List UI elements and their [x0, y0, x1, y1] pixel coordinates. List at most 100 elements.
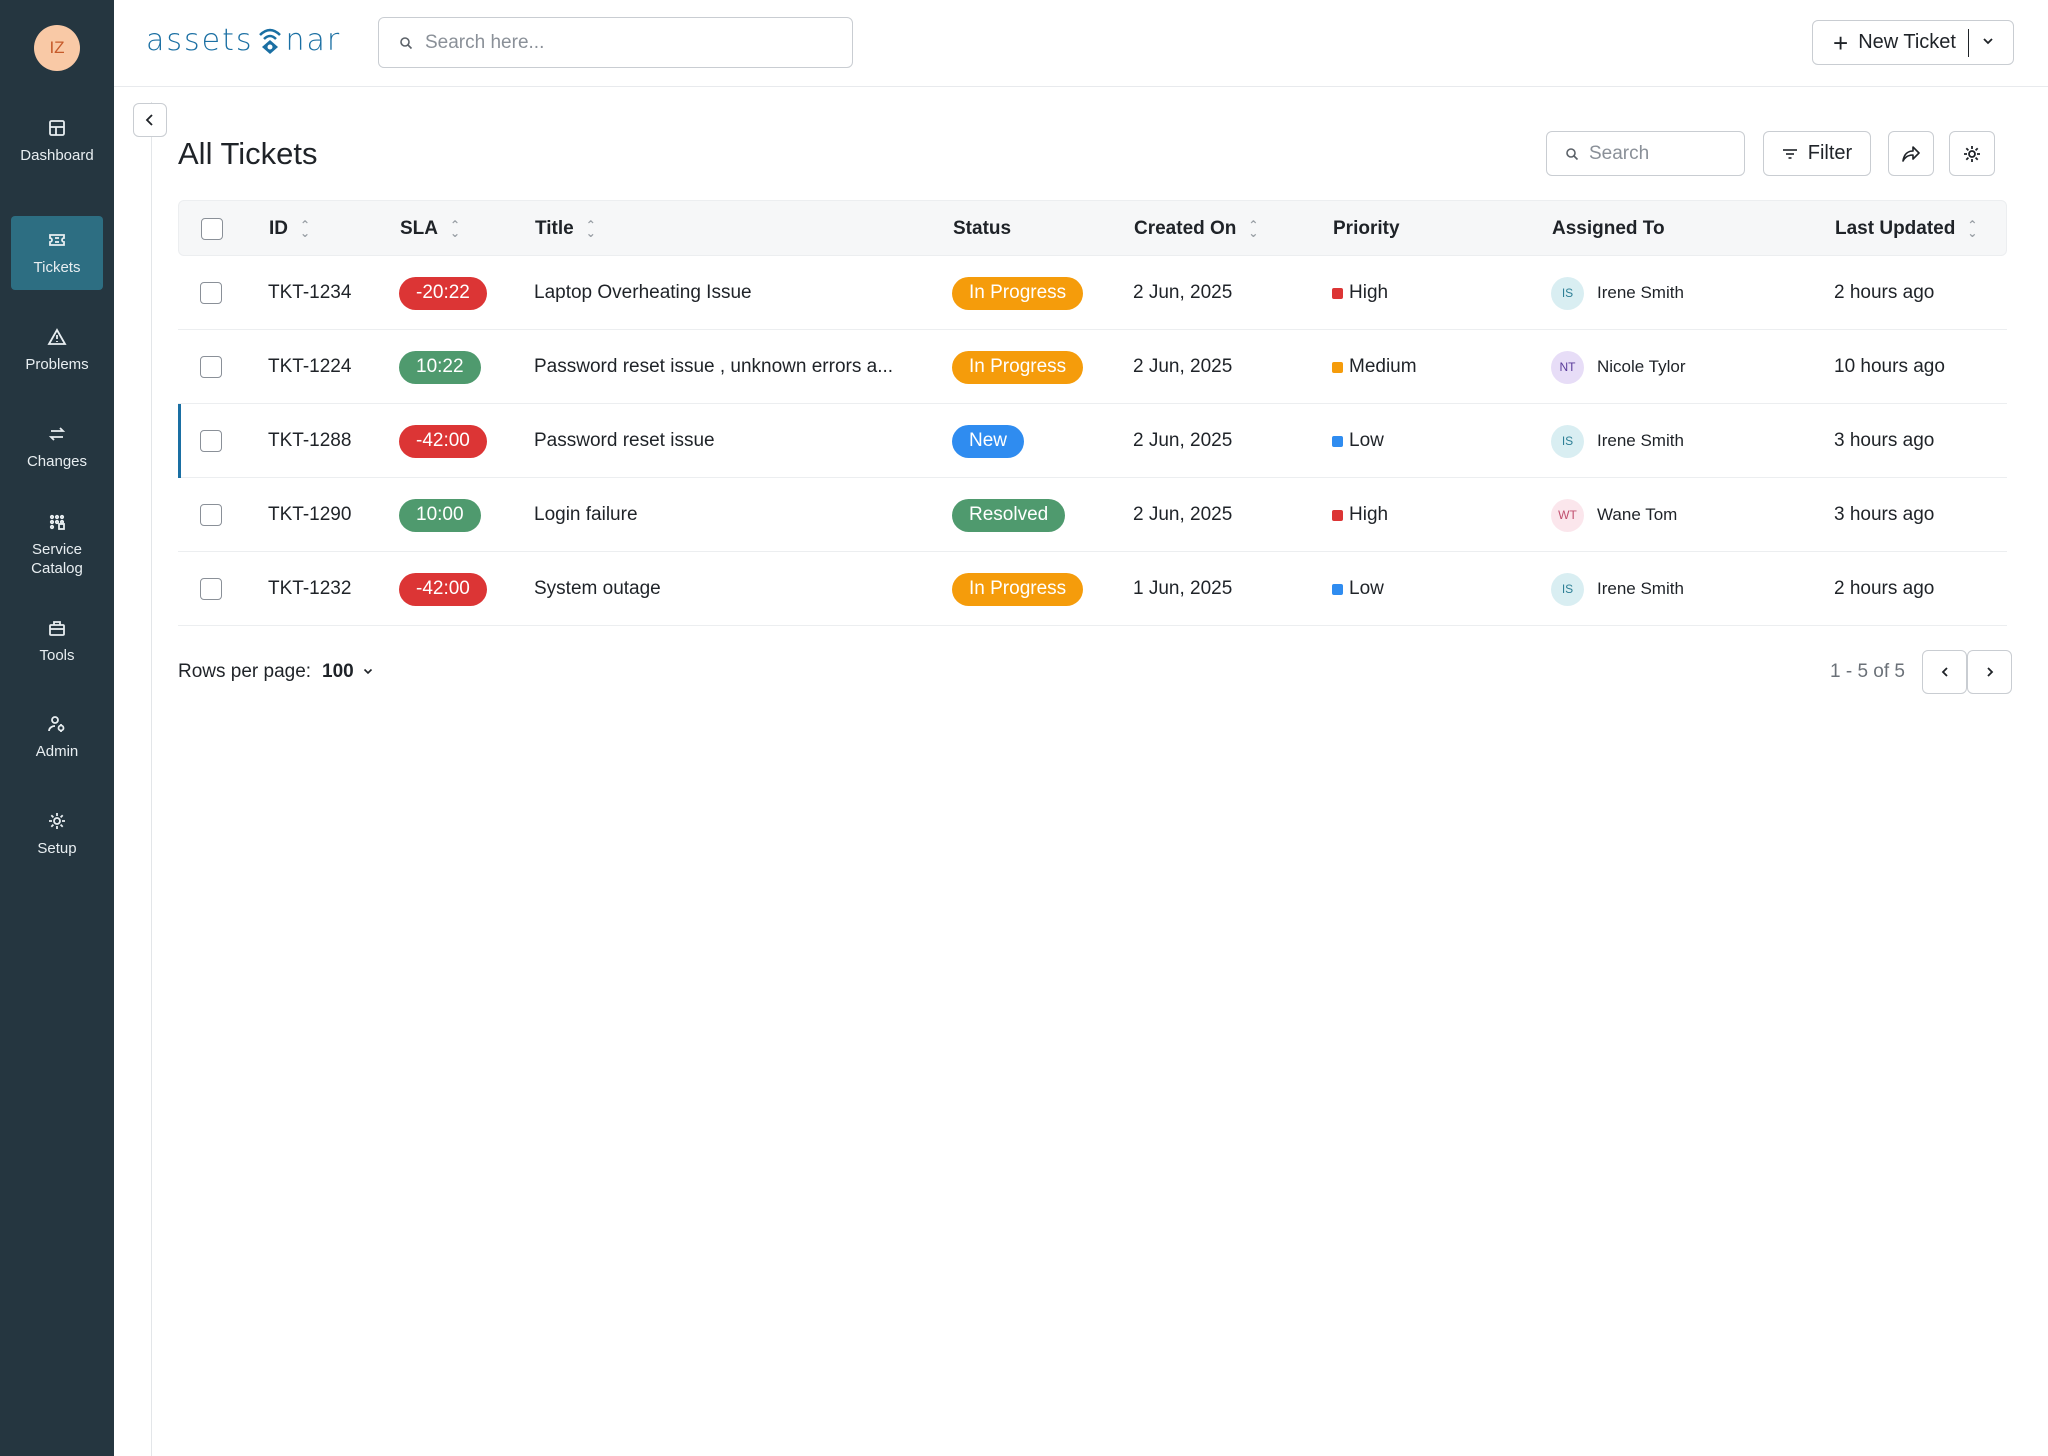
ticket-title[interactable]: Laptop Overheating Issue: [534, 256, 752, 330]
status-cell: In Progress: [952, 330, 1084, 404]
status-badge: Resolved: [952, 498, 1066, 532]
assignee-cell[interactable]: NT Nicole Tylor: [1551, 330, 1686, 404]
ticket-title[interactable]: Login failure: [534, 478, 638, 552]
sidebar-item-admin[interactable]: Admin: [11, 700, 103, 774]
sidebar-item-label: Problems: [25, 355, 89, 373]
previous-page-button[interactable]: [1922, 650, 1967, 694]
table-row[interactable]: TKT-1288 -42:00 Password reset issue New 2 J…: [178, 404, 2007, 478]
assignee-cell[interactable]: WT Wane Tom: [1551, 478, 1677, 552]
content-divider: [151, 102, 152, 1456]
column-header-priority[interactable]: Priority: [1333, 201, 1400, 257]
share-button[interactable]: [1888, 131, 1934, 176]
row-select-cell: [200, 256, 222, 330]
select-all-checkbox[interactable]: [201, 218, 223, 240]
sort-icon[interactable]: ⌃ ⌄: [1248, 219, 1258, 239]
table-row[interactable]: TKT-1232 -42:00 System outage In Progress 1 …: [178, 552, 2007, 626]
table-search-input[interactable]: [1589, 142, 1739, 165]
warning-icon: [47, 327, 67, 345]
new-ticket-label: New Ticket: [1858, 31, 1956, 53]
row-select-cell: [200, 552, 222, 626]
assignee-name: Irene Smith: [1597, 283, 1684, 302]
avatar: IS: [1551, 424, 1584, 458]
sidebar-item-tools[interactable]: Tools: [11, 604, 103, 678]
priority-cell: High: [1332, 256, 1388, 330]
last-updated: 3 hours ago: [1834, 504, 1935, 525]
table-settings-button[interactable]: [1949, 131, 1995, 176]
column-header-created-on[interactable]: Created On ⌃ ⌄: [1134, 201, 1258, 257]
ticket-id[interactable]: TKT-1288: [268, 404, 351, 478]
global-search-input[interactable]: [425, 31, 825, 54]
assetsonar-logo[interactable]: assets nar: [146, 18, 341, 62]
chevron-down-icon[interactable]: [362, 664, 374, 682]
global-search-box[interactable]: [378, 17, 853, 68]
ticket-title[interactable]: Password reset issue , unknown errors a.…: [534, 330, 893, 404]
row-checkbox[interactable]: [200, 430, 222, 452]
ticket-id[interactable]: TKT-1290: [268, 478, 351, 552]
ticket-icon: [49, 233, 65, 246]
ticket-id[interactable]: TKT-1224: [268, 330, 351, 404]
toolbox-icon: [49, 620, 65, 636]
table-search-box[interactable]: [1546, 131, 1745, 176]
row-checkbox[interactable]: [200, 356, 222, 378]
table-header: ID ⌃ ⌄ SLA ⌃ ⌄ Title ⌃ ⌄ Status Created On ⌃ ⌄ P…: [178, 200, 2007, 256]
sidebar-item-service-catalog[interactable]: Service Catalog: [11, 503, 103, 587]
sidebar-item-label: Tickets: [33, 258, 81, 276]
sidebar-item-setup[interactable]: Setup: [11, 797, 103, 871]
user-avatar[interactable]: IZ: [34, 25, 80, 71]
rows-per-page-select[interactable]: 100: [322, 661, 354, 683]
table-row[interactable]: TKT-1234 -20:22 Laptop Overheating Issue In…: [178, 256, 2007, 330]
sla-badge: -20:22: [399, 276, 487, 310]
user-initials: IZ: [49, 38, 65, 57]
priority-dot-icon: [1332, 287, 1343, 299]
assignee-cell[interactable]: IS Irene Smith: [1551, 404, 1684, 478]
catalog-icon: [49, 514, 65, 530]
column-header-assigned-to[interactable]: Assigned To: [1552, 201, 1665, 257]
priority-label: Low: [1349, 430, 1384, 451]
created-on: 2 Jun, 2025: [1133, 430, 1233, 451]
sla-badge: -42:00: [399, 572, 487, 606]
column-header-id[interactable]: ID ⌃ ⌄: [269, 201, 310, 257]
sidebar-item-dashboard[interactable]: Dashboard: [11, 104, 103, 178]
last-updated: 2 hours ago: [1834, 578, 1935, 599]
sidebar-item-problems[interactable]: Problems: [11, 313, 103, 387]
sort-icon[interactable]: ⌃ ⌄: [586, 219, 596, 239]
column-header-sla[interactable]: SLA ⌃ ⌄: [400, 201, 460, 257]
next-page-button[interactable]: [1967, 650, 2012, 694]
collapse-sidebar-button[interactable]: [133, 103, 167, 137]
sidebar-item-changes[interactable]: Changes: [11, 410, 103, 484]
filter-button[interactable]: Filter: [1763, 131, 1871, 176]
new-ticket-button[interactable]: + New Ticket: [1812, 20, 2014, 65]
assignee-cell[interactable]: IS Irene Smith: [1551, 552, 1684, 626]
table-row[interactable]: TKT-1224 10:22 Password reset issue , unkn…: [178, 330, 2007, 404]
ticket-id[interactable]: TKT-1234: [268, 256, 351, 330]
chevron-down-icon[interactable]: [1981, 31, 1995, 54]
row-checkbox[interactable]: [200, 282, 222, 304]
priority-cell: Low: [1332, 404, 1384, 478]
logo-signal-icon: [255, 25, 285, 55]
status-cell: New: [952, 404, 1025, 478]
column-header-status[interactable]: Status: [953, 201, 1011, 257]
chevron-right-icon: [1986, 667, 1993, 677]
ticket-id[interactable]: TKT-1232: [268, 552, 351, 626]
assignee-cell[interactable]: IS Irene Smith: [1551, 256, 1684, 330]
table-row[interactable]: TKT-1290 10:00 Login failure Resolved 2 Jun,…: [178, 478, 2007, 552]
row-checkbox[interactable]: [200, 578, 222, 600]
sla-cell: -42:00: [399, 552, 487, 626]
column-label: ID: [269, 218, 288, 239]
gear-icon: [1964, 145, 1980, 162]
last-updated: 2 hours ago: [1834, 282, 1935, 303]
sort-icon[interactable]: ⌃ ⌄: [300, 219, 310, 239]
column-header-title[interactable]: Title ⌃ ⌄: [535, 201, 596, 257]
ticket-title[interactable]: System outage: [534, 552, 661, 626]
sort-icon[interactable]: ⌃ ⌄: [1967, 219, 1977, 239]
column-header-last-updated[interactable]: Last Updated ⌃ ⌄: [1835, 201, 1977, 257]
rows-per-page-label: Rows per page:: [178, 661, 312, 682]
ticket-title[interactable]: Password reset issue: [534, 404, 715, 478]
assignee-name: Irene Smith: [1597, 431, 1684, 450]
sidebar-item-tickets[interactable]: Tickets: [11, 216, 103, 290]
plus-icon: +: [1833, 27, 1849, 58]
share-arrow-icon: [1902, 145, 1920, 162]
sort-icon[interactable]: ⌃ ⌄: [450, 219, 460, 239]
row-checkbox[interactable]: [200, 504, 222, 526]
column-label: Status: [953, 218, 1012, 239]
